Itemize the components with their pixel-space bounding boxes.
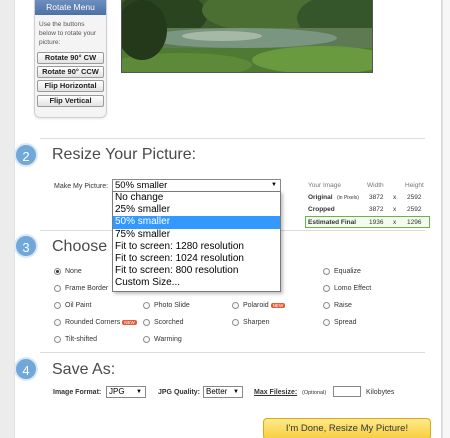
effect-equalize-label: Equalize [334,268,361,275]
size-table-header-image: Your Image [308,182,342,189]
effect-spread-label: Spread [334,319,357,326]
size-row-width: 3872 [369,206,384,213]
effect-rounded-corners-label: Rounded Corners NEW [65,319,137,326]
jpg-quality-select[interactable]: Better ▼ [203,386,243,398]
rotate-menu-hint: Use the buttons below to rotate your pic… [39,21,97,46]
jpg-quality-label: JPG Quality: [158,389,201,396]
step-4-title: Save As: [52,361,116,378]
chevron-down-icon: ▼ [233,389,239,395]
effect-spread-radio[interactable] [323,319,330,326]
chevron-down-icon: ▼ [136,389,142,395]
scrollbar-gutter[interactable] [442,0,450,438]
resize-dropdown-list: No change 25% smaller 50% smaller 75% sm… [112,191,281,292]
resize-option[interactable]: Fit to screen: 1280 resolution [113,241,280,253]
resize-option[interactable]: 25% smaller [113,204,280,216]
size-row-note: (in Pixels) [337,195,359,201]
size-row-x: x [393,194,397,201]
size-row-label: Cropped [308,206,335,213]
resize-option-selected[interactable]: 50% smaller [113,216,280,229]
size-row-x: x [393,206,397,213]
size-table-header-height: Height [405,182,424,189]
effect-lomo-label: Lomo Effect [334,285,372,292]
photo-preview [121,0,373,73]
resize-option[interactable]: Fit to screen: 1024 resolution [113,253,280,265]
effect-warming-radio[interactable] [143,336,150,343]
effect-polaroid-radio[interactable] [232,302,239,309]
section-divider [40,138,425,139]
size-row-estimated: Estimated Final 1936 x 1296 [305,216,430,228]
new-badge: NEW [122,319,137,325]
make-my-picture-label: Make My Picture: [54,183,109,190]
new-badge: NEW [270,302,286,308]
effect-warming-label: Warming [154,336,182,343]
effect-sharpen-label: Sharpen [243,319,270,326]
size-row-width: 3872 [369,194,384,201]
effect-tilt-shifted-label: Tilt-shifted [65,336,98,343]
photo-preview-image [122,0,372,72]
effect-sharpen-radio[interactable] [232,319,239,326]
step-2-circle: 2 [14,143,38,167]
effect-frame-border-radio[interactable] [54,285,61,292]
resize-option[interactable]: Custom Size... [113,277,280,289]
step-2-title: Resize Your Picture: [52,146,197,163]
chevron-down-icon: ▼ [271,182,277,188]
rotate-menu-title: Rotate Menu [35,0,106,15]
rounded-corners-text: Rounded Corners [65,319,121,326]
effect-photo-slide-label: Photo Slide [154,302,190,309]
size-row-height: 2592 [407,194,422,201]
resize-option[interactable]: Fit to screen: 800 resolution [113,265,280,277]
effect-photo-slide-radio[interactable] [143,302,150,309]
size-table-header-width: Width [367,182,384,189]
max-filesize-input[interactable] [333,386,361,397]
rotate-menu: Rotate Menu Use the buttons below to rot… [34,0,107,118]
max-filesize-label[interactable]: Max Filesize: [254,389,297,396]
effect-lomo-radio[interactable] [323,285,330,292]
effect-oil-paint-radio[interactable] [54,302,61,309]
flip-horizontal-button[interactable]: Flip Horizontal [37,80,104,92]
resize-option[interactable]: No change [113,192,280,204]
size-row-original: Original (in Pixels) 3872 x 2592 [305,192,430,204]
size-row-width: 1936 [369,219,384,226]
effect-equalize-radio[interactable] [323,268,330,275]
size-table: Your Image Width Height Original (in Pix… [305,180,430,228]
effect-raise-label: Raise [334,302,352,309]
size-row-x: x [393,219,397,226]
kilobytes-label: Kilobytes [366,389,395,396]
resize-select-value: 50% smaller [115,180,168,191]
flip-vertical-button[interactable]: Flip Vertical [37,95,104,107]
effect-polaroid-label: Polaroid NEW [243,302,286,309]
step-4-circle: 4 [14,357,38,381]
effect-oil-paint-label: Oil Paint [65,302,92,309]
rotate-ccw-button[interactable]: Rotate 90° CCW [37,66,104,78]
section-divider [40,352,425,353]
max-filesize-note: (Optional) [302,390,327,396]
size-row-cropped: Cropped 3872 x 2592 [305,204,430,216]
jpg-quality-value: Better [206,387,228,396]
polaroid-text: Polaroid [243,302,269,309]
effect-scorched-radio[interactable] [143,319,150,326]
effect-scorched-label: Scorched [154,319,184,326]
image-format-select[interactable]: JPG ▼ [106,386,146,398]
effect-tilt-shifted-radio[interactable] [54,336,61,343]
size-row-height: 1296 [407,219,422,226]
image-format-value: JPG [109,387,125,396]
effect-frame-border-label: Frame Border [65,285,109,292]
size-row-height: 2592 [407,206,422,213]
size-row-label: Original [308,194,333,201]
image-format-label: Image Format: [53,389,102,396]
effect-rounded-corners-radio[interactable] [54,319,61,326]
resize-option[interactable]: 75% smaller [113,229,280,241]
size-row-label: Estimated Final [308,219,357,226]
effect-none-label: None [65,268,82,275]
done-resize-button[interactable]: I'm Done, Resize My Picture! [263,418,431,438]
rotate-cw-button[interactable]: Rotate 90° CW [37,52,104,64]
effect-raise-radio[interactable] [323,302,330,309]
step-3-circle: 3 [14,234,38,258]
effect-none-radio[interactable] [54,268,61,275]
